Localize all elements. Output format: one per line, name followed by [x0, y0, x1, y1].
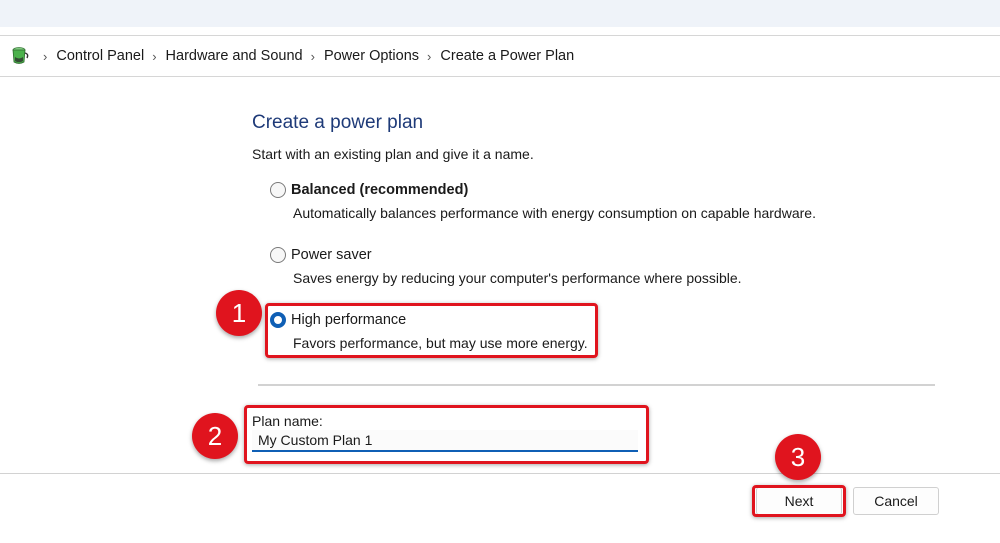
breadcrumb-separator: › — [310, 48, 315, 64]
breadcrumb-power-options[interactable]: Power Options — [324, 48, 419, 64]
next-button[interactable]: Next — [756, 487, 842, 515]
page-title: Create a power plan — [252, 112, 424, 133]
option-power-saver[interactable]: Power saver Saves energy by reducing you… — [270, 245, 742, 286]
breadcrumb-separator: › — [427, 48, 432, 64]
option-description: Saves energy by reducing your computer's… — [293, 270, 742, 286]
breadcrumb-control-panel[interactable]: Control Panel — [56, 48, 144, 64]
radio-balanced[interactable] — [270, 182, 286, 198]
power-options-icon — [9, 45, 31, 67]
option-label[interactable]: High performance — [291, 312, 406, 328]
breadcrumb-separator: › — [43, 48, 48, 64]
radio-high-performance[interactable] — [270, 312, 286, 328]
option-label[interactable]: Power saver — [291, 247, 372, 263]
breadcrumb-hardware-and-sound[interactable]: Hardware and Sound — [166, 48, 303, 64]
address-bar[interactable]: › Control Panel › Hardware and Sound › P… — [0, 35, 1000, 77]
step-badge-1: 1 — [216, 290, 262, 336]
plan-name-label: Plan name: — [252, 413, 323, 429]
step-badge-2: 2 — [192, 413, 238, 459]
footer-divider — [0, 473, 1000, 474]
divider — [258, 384, 935, 386]
plan-name-input[interactable] — [252, 430, 638, 452]
option-label[interactable]: Balanced (recommended) — [291, 182, 468, 198]
breadcrumb-create-power-plan[interactable]: Create a Power Plan — [440, 48, 574, 64]
option-high-performance[interactable]: High performance Favors performance, but… — [270, 310, 588, 351]
option-description: Favors performance, but may use more ene… — [293, 335, 588, 351]
option-description: Automatically balances performance with … — [293, 205, 816, 221]
breadcrumb-separator: › — [152, 48, 157, 64]
cancel-button[interactable]: Cancel — [853, 487, 939, 515]
radio-power-saver[interactable] — [270, 247, 286, 263]
window-top-bar — [0, 0, 1000, 27]
option-balanced[interactable]: Balanced (recommended) Automatically bal… — [270, 180, 816, 221]
page-subtitle: Start with an existing plan and give it … — [252, 146, 534, 162]
